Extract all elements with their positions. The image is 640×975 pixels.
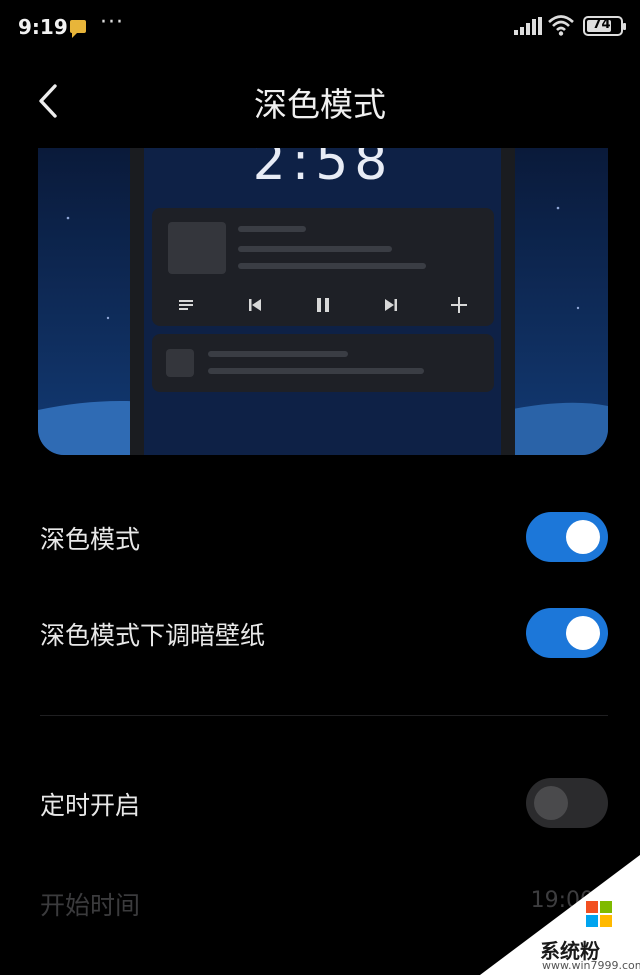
section-divider	[40, 715, 608, 716]
next-icon	[385, 299, 397, 311]
track-title-placeholder	[238, 226, 306, 232]
watermark-url: www.win7999.com	[542, 959, 640, 972]
setting-dim-wallpaper[interactable]: 深色模式下调暗壁纸	[0, 594, 640, 674]
page-title: 深色模式	[254, 85, 386, 124]
track-artist-placeholder	[238, 246, 392, 252]
pause-icon	[317, 298, 329, 312]
preview-clock: 2:58	[252, 148, 394, 192]
dim-wallpaper-label: 深色模式下调暗壁纸	[40, 621, 266, 650]
notification-body-placeholder	[208, 368, 424, 374]
add-icon	[451, 297, 467, 313]
dark-mode-label: 深色模式	[40, 525, 141, 554]
status-time: 9:19	[18, 15, 68, 39]
wifi-icon	[548, 15, 574, 36]
start-time-label: 开始时间	[40, 891, 141, 920]
more-dots: ···	[100, 10, 124, 35]
album-art	[168, 222, 226, 274]
message-icon	[70, 20, 86, 38]
scheduled-toggle[interactable]	[526, 778, 608, 828]
dark-mode-toggle[interactable]	[526, 512, 608, 562]
notification-widget	[152, 334, 494, 392]
status-bar: 9:19 ··· 74	[0, 0, 640, 56]
dim-wallpaper-toggle[interactable]	[526, 608, 608, 658]
windows-logo-icon	[586, 901, 612, 927]
battery-level: 74	[592, 17, 611, 32]
notification-title-placeholder	[208, 351, 348, 357]
track-album-placeholder	[238, 263, 426, 269]
battery-icon: 74	[583, 16, 626, 36]
notification-app-icon	[166, 349, 194, 377]
setting-scheduled[interactable]: 定时开启	[0, 764, 640, 844]
dark-mode-preview: 2:58	[38, 148, 608, 455]
site-watermark: 系统粉 www.win7999.com	[480, 855, 640, 975]
scheduled-label: 定时开启	[40, 791, 141, 820]
signal-icon	[514, 17, 542, 35]
music-player-widget	[152, 208, 494, 326]
previous-icon	[249, 299, 261, 311]
playlist-icon	[179, 300, 193, 310]
setting-dark-mode[interactable]: 深色模式	[0, 498, 640, 578]
